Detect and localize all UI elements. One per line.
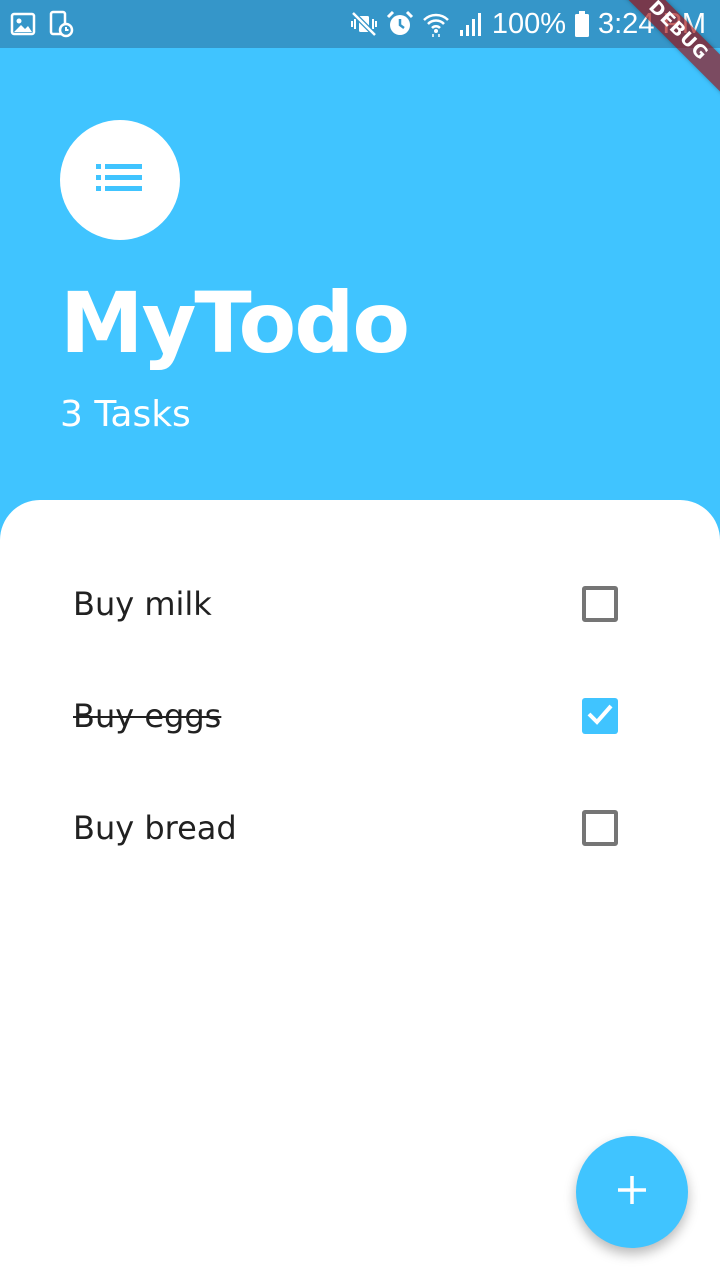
battery-icon [574, 10, 590, 38]
plus-icon [616, 1174, 648, 1210]
signal-icon [458, 10, 484, 38]
list-item[interactable]: Buy eggs [0, 660, 720, 772]
list-item[interactable]: Buy milk [0, 548, 720, 660]
add-task-button[interactable] [576, 1136, 688, 1248]
app-logo [60, 120, 180, 240]
wifi-icon [422, 10, 450, 38]
list-item[interactable]: Buy bread [0, 772, 720, 884]
todo-label: Buy milk [73, 585, 212, 623]
battery-percentage: 100% [491, 8, 566, 40]
status-bar-left [10, 10, 74, 38]
status-bar: 100% 3:24 PM [0, 0, 720, 48]
todo-checkbox[interactable] [582, 586, 618, 622]
todo-label: Buy eggs [73, 697, 222, 735]
todo-checkbox[interactable] [582, 698, 618, 734]
todo-label: Buy bread [73, 809, 237, 847]
checkmark-icon [586, 702, 614, 730]
task-count: 3 Tasks [60, 394, 191, 435]
todo-checkbox[interactable] [582, 810, 618, 846]
list-icon [96, 162, 144, 198]
vibrate-mute-icon [350, 10, 378, 38]
alarm-icon [386, 10, 414, 38]
screen-time-icon [48, 10, 74, 38]
gallery-icon [10, 10, 36, 38]
page-title: MyTodo [60, 274, 410, 372]
